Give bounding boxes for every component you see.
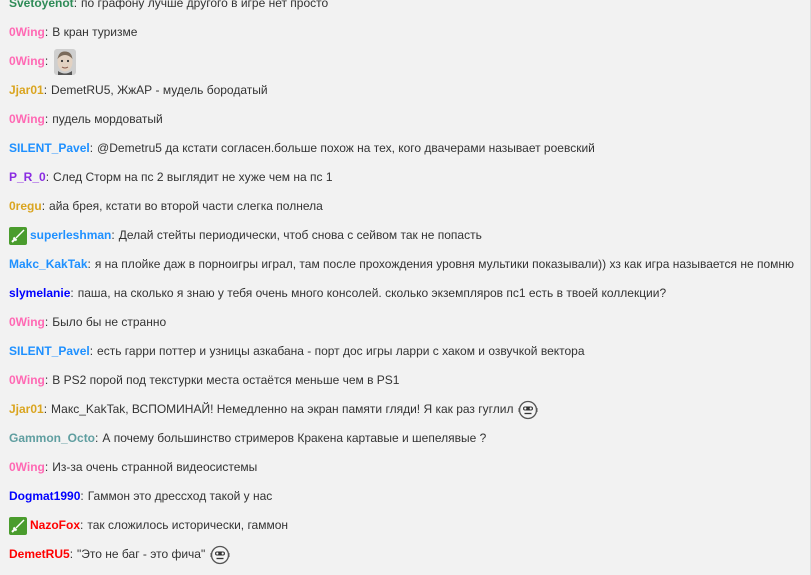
- chat-message-text: В кран туризме: [52, 25, 138, 39]
- username-separator: :: [44, 112, 49, 126]
- chat-username[interactable]: Dogmat1990: [9, 482, 80, 511]
- chat-username[interactable]: Gammon_Octo: [9, 424, 95, 453]
- username-separator: :: [89, 344, 94, 358]
- chat-message: Gammon_Octo: А почему большинство стример…: [0, 424, 810, 453]
- chat-username[interactable]: 0Wing: [9, 105, 45, 134]
- chat-message: SILENT_Pavel: есть гарри поттер и узницы …: [0, 337, 810, 366]
- chat-message: 0Wing: Было бы не странно: [0, 308, 810, 337]
- username-separator: :: [80, 518, 84, 532]
- chat-message: 0Wing: Из-за очень странной видеосистемы: [0, 453, 810, 482]
- robot-emote: [518, 400, 538, 420]
- moderator-sword-icon: [9, 226, 27, 245]
- chat-username[interactable]: Jjar01: [9, 395, 44, 424]
- username-separator: :: [41, 199, 46, 213]
- username-separator: :: [95, 431, 99, 445]
- username-separator: :: [73, 0, 78, 10]
- chat-message-list: Svetoyenot: по графону лучше другого в иг…: [0, 0, 810, 569]
- username-separator: :: [44, 373, 49, 387]
- chat-message: 0regu: айа брея, кстати во второй части с…: [0, 192, 810, 221]
- username-separator: :: [89, 141, 94, 155]
- chat-message-text: есть гарри поттер и узницы азкабана - по…: [97, 344, 585, 358]
- chat-message: slymelanie: паша, на сколько я знаю у теб…: [0, 279, 810, 308]
- username-separator: :: [44, 315, 49, 329]
- chat-message: 0Wing: В кран туризме: [0, 18, 810, 47]
- chat-message-text: Из-за очень странной видеосистемы: [52, 460, 258, 474]
- chat-message-text: так сложилось исторически, гаммон: [87, 518, 289, 532]
- username-separator: :: [45, 170, 50, 184]
- chat-message: P_R_0: След Сторм на пс 2 выглядит не хуж…: [0, 163, 810, 192]
- chat-message: superleshman: Делай стейты периодически, …: [0, 221, 810, 250]
- chat-message-text: DemetRU5, ЖжАР - мудель бородатый: [51, 83, 268, 97]
- chat-username[interactable]: Svetoyenot: [9, 0, 74, 18]
- chat-message: 0Wing:: [0, 47, 810, 76]
- username-separator: :: [44, 25, 49, 39]
- username-separator: :: [44, 54, 49, 68]
- chat-message-text: Макс_KakTak, ВСПОМИНАЙ! Немедленно на эк…: [51, 402, 514, 416]
- chat-message-text: айа брея, кстати во второй части слегка …: [49, 199, 323, 213]
- chat-message: DemetRU5: "Это не баг - это фича": [0, 540, 810, 569]
- chat-message-text: я на плойке даж в порноигры играл, там п…: [94, 257, 795, 271]
- username-separator: :: [44, 460, 49, 474]
- chat-username[interactable]: 0Wing: [9, 453, 45, 482]
- chat-username[interactable]: 0Wing: [9, 308, 45, 337]
- chat-username[interactable]: superleshman: [30, 221, 111, 250]
- chat-message-text: А почему большинство стримеров Кракена к…: [102, 431, 487, 445]
- username-separator: :: [80, 489, 84, 503]
- chat-username[interactable]: 0regu: [9, 192, 42, 221]
- username-separator: :: [70, 286, 74, 300]
- chat-message-text: пудель мордоватый: [52, 112, 163, 126]
- face-emote: [54, 48, 77, 75]
- chat-username[interactable]: 0Wing: [9, 366, 45, 395]
- chat-message: 0Wing: пудель мордоватый: [0, 105, 810, 134]
- chat-message: Dogmat1990: Гаммон это дрессход такой у н…: [0, 482, 810, 511]
- chat-message: 0Wing: В PS2 порой под текстурки места ос…: [0, 366, 810, 395]
- chat-message-text: В PS2 порой под текстурки места остаётся…: [52, 373, 400, 387]
- chat-username[interactable]: NazoFox: [30, 511, 80, 540]
- moderator-sword-icon: [9, 516, 27, 535]
- chat-username[interactable]: 0Wing: [9, 18, 45, 47]
- chat-message: Svetoyenot: по графону лучше другого в иг…: [0, 0, 810, 18]
- chat-username[interactable]: Jjar01: [9, 76, 44, 105]
- chat-message: Makc_KakTak: я на плойке даж в порноигры …: [0, 250, 810, 279]
- chat-message: NazoFox: так сложилось исторически, гаммо…: [0, 511, 810, 540]
- chat-username[interactable]: SILENT_Pavel: [9, 134, 90, 163]
- chat-message-text: Было бы не странно: [52, 315, 167, 329]
- chat-username[interactable]: P_R_0: [9, 163, 46, 192]
- chat-message-text: @Demetru5 да кстати согласен.больше похо…: [97, 141, 595, 155]
- chat-message-text: Гаммон это дрессход такой у нас: [87, 489, 273, 503]
- chat-message-text: по графону лучше другого в игре нет прос…: [81, 0, 329, 10]
- robot-emote: [210, 545, 230, 565]
- chat-username[interactable]: DemetRU5: [9, 540, 70, 569]
- chat-panel: Svetoyenot: по графону лучше другого в иг…: [0, 0, 811, 575]
- chat-username[interactable]: SILENT_Pavel: [9, 337, 90, 366]
- chat-message-text: паша, на сколько я знаю у тебя очень мно…: [77, 286, 667, 300]
- chat-username[interactable]: Makc_KakTak: [9, 250, 88, 279]
- chat-message-text: "Это не баг - это фича": [77, 547, 206, 561]
- chat-message: Jjar01: Макс_KakTak, ВСПОМИНАЙ! Немедленн…: [0, 395, 810, 424]
- username-separator: :: [43, 83, 48, 97]
- chat-message: Jjar01: DemetRU5, ЖжАР - мудель бородатый: [0, 76, 810, 105]
- username-separator: :: [87, 257, 91, 271]
- chat-message-text: След Сторм на пс 2 выглядит не хуже чем …: [53, 170, 333, 184]
- chat-username[interactable]: 0Wing: [9, 47, 45, 76]
- username-separator: :: [69, 547, 74, 561]
- chat-message: SILENT_Pavel: @Demetru5 да кстати согласе…: [0, 134, 810, 163]
- username-separator: :: [111, 228, 115, 242]
- chat-message-text: Делай стейты периодически, чтоб снова с …: [118, 228, 482, 242]
- chat-username[interactable]: slymelanie: [9, 279, 70, 308]
- username-separator: :: [43, 402, 48, 416]
